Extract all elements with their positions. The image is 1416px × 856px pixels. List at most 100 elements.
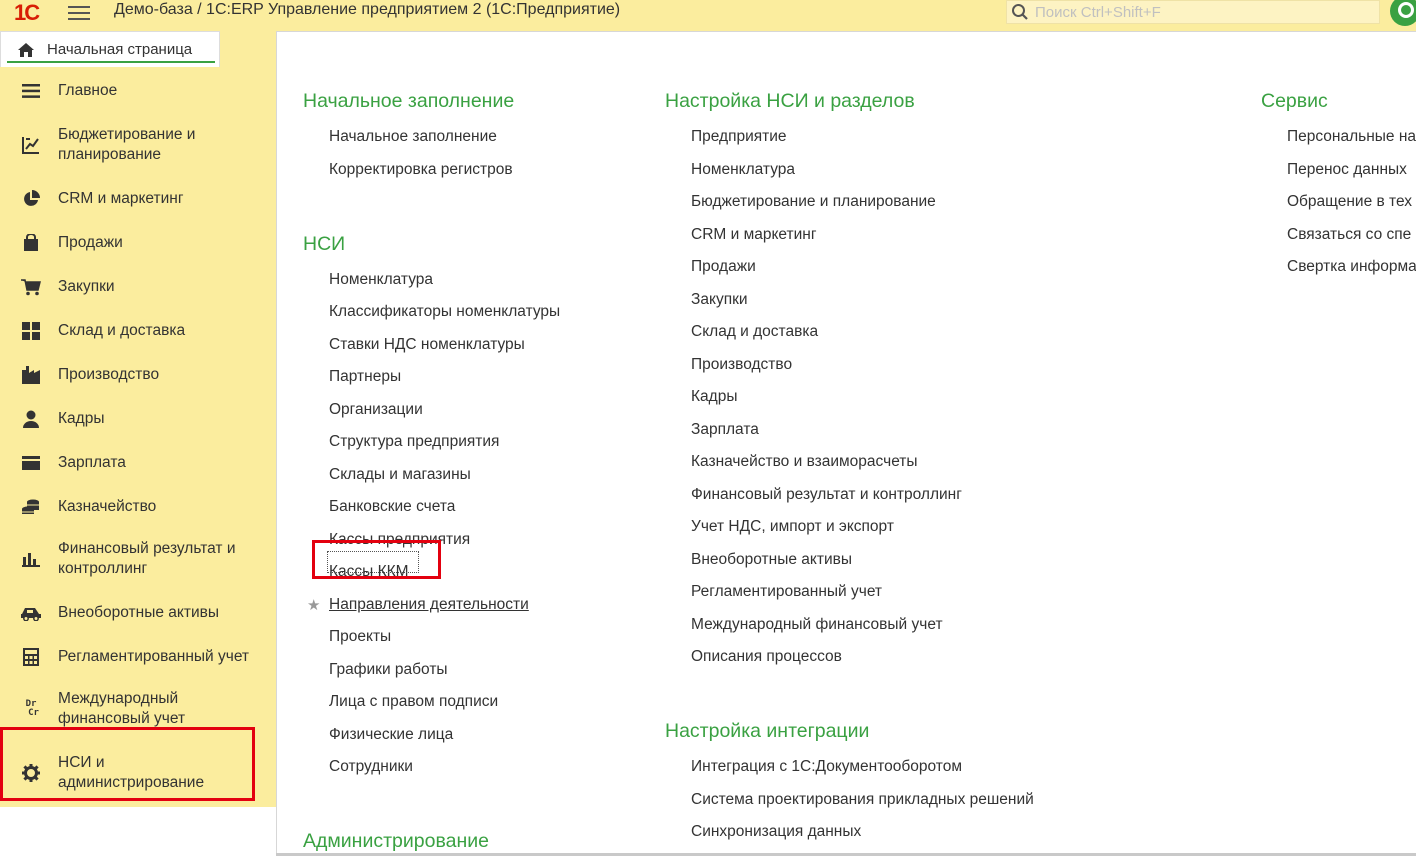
nav-link[interactable]: Учет НДС, импорт и экспорт [691, 518, 894, 536]
nav-link[interactable]: Сотрудники [329, 758, 413, 776]
nav-link[interactable]: Регламентированный учет [691, 583, 882, 601]
status-icon[interactable] [1390, 0, 1416, 26]
nav-link[interactable]: Синхронизация данных [691, 823, 861, 841]
wallet-card-icon [20, 452, 42, 474]
sidebar-item-label: Производство [58, 366, 160, 383]
sidebar-item-label: Казначейство [58, 498, 157, 515]
calculator-icon [20, 646, 42, 668]
nav-link[interactable]: Начальное заполнение [329, 128, 497, 146]
nav-link[interactable]: Бюджетирование и планирование [691, 193, 936, 211]
nav-link[interactable]: Производство [691, 356, 792, 374]
list-icon [20, 80, 42, 102]
nav-link[interactable]: Ставки НДС номенклатуры [329, 336, 525, 354]
nav-link[interactable]: Связаться со спе [1287, 226, 1411, 244]
nav-link[interactable]: Направления деятельности [329, 596, 529, 614]
sidebar-item-treasury[interactable]: Казначейство [0, 495, 276, 519]
warehouse-grid-icon [20, 320, 42, 342]
sidebar-item-warehouse[interactable]: Склад и доставка [0, 319, 276, 343]
nav-link[interactable]: Внеоборотные активы [691, 551, 852, 569]
tab-home[interactable]: Начальная страница [0, 31, 220, 67]
section-title: Администрирование [303, 830, 489, 852]
car-icon [20, 602, 42, 624]
nav-link[interactable]: Лица с правом подписи [329, 693, 498, 711]
window-title: Демо-база / 1С:ERP Управление предприяти… [114, 1, 621, 18]
sidebar-item-label: Кадры [58, 410, 105, 427]
nav-link[interactable]: CRM и маркетинг [691, 226, 817, 244]
search-icon [1012, 4, 1028, 20]
sidebar-item-label: Склад и доставка [58, 322, 186, 339]
sidebar-item-label: Зарплата [58, 454, 126, 471]
nav-link[interactable]: Международный финансовый учет [691, 616, 943, 634]
nav-link[interactable]: Физические лица [329, 726, 453, 744]
nav-link[interactable]: Номенклатура [691, 161, 795, 179]
search-box[interactable] [1006, 0, 1380, 24]
highlight-box-sidebar [0, 727, 255, 801]
active-tab-indicator [7, 61, 215, 63]
nav-link[interactable]: Перенос данных [1287, 161, 1407, 179]
focus-outline [327, 551, 419, 573]
sidebar-item-finance[interactable]: Финансовый результат и контроллинг [0, 539, 276, 579]
sections-sidebar: Главное Бюджетирование и планирование CRM… [0, 67, 276, 856]
sidebar-item-ifrs[interactable]: Dr Cr Международный финансовый учет [0, 689, 276, 729]
sidebar-item-purchases[interactable]: Закупки [0, 275, 276, 299]
sidebar-item-budgeting[interactable]: Бюджетирование и планирование [0, 125, 276, 165]
nav-link[interactable]: Предприятие [691, 128, 787, 146]
nav-link[interactable]: Партнеры [329, 368, 401, 386]
nav-link[interactable]: Продажи [691, 258, 756, 276]
nav-link[interactable]: Номенклатура [329, 271, 433, 289]
section-title: Сервис [1261, 90, 1328, 112]
nav-link[interactable]: Система проектирования прикладных решени… [691, 791, 1034, 809]
active-section-bg [0, 807, 276, 856]
nav-link[interactable]: Банковские счета [329, 498, 455, 516]
section-content-panel: Начальное заполнение Начальное заполнение… [276, 31, 1416, 856]
sidebar-item-label: Бюджетирование и планирование [58, 126, 196, 163]
section-title: НСИ [303, 232, 346, 255]
sidebar-item-label: Главное [58, 82, 118, 99]
sidebar-item-hr[interactable]: Кадры [0, 407, 276, 431]
factory-icon [20, 364, 42, 386]
cart-icon [20, 276, 42, 298]
home-icon [18, 42, 34, 57]
sidebar-item-label: Внеоборотные активы [58, 604, 219, 621]
sidebar-item-label: Закупки [58, 278, 115, 295]
nav-link[interactable]: Проекты [329, 628, 391, 646]
sidebar-item-fixed-assets[interactable]: Внеоборотные активы [0, 601, 276, 625]
title-bar: 1С Демо-база / 1С:ERP Управление предпри… [0, 0, 1416, 30]
nav-link[interactable]: Корректировка регистров [329, 161, 513, 179]
section-title: Настройка интеграции [665, 720, 870, 742]
nav-link[interactable]: Свертка информа [1287, 258, 1416, 276]
section-title: Начальное заполнение [303, 90, 515, 112]
bar-chart-icon [20, 548, 42, 570]
nav-link[interactable]: Склады и магазины [329, 466, 471, 484]
nav-link[interactable]: Организации [329, 401, 423, 419]
dr-cr-icon: Dr Cr [25, 699, 39, 718]
budget-chart-icon [20, 134, 42, 156]
favorite-star-icon[interactable]: ★ [307, 596, 320, 614]
nav-link[interactable]: Закупки [691, 291, 748, 309]
sidebar-item-production[interactable]: Производство [0, 363, 276, 387]
nav-link[interactable]: Графики работы [329, 661, 448, 679]
tab-home-label: Начальная страница [47, 41, 193, 58]
sidebar-item-crm[interactable]: CRM и маркетинг [0, 187, 276, 211]
app-logo[interactable]: 1С [14, 0, 40, 26]
nav-link[interactable]: Персональные на [1287, 128, 1416, 146]
sidebar-item-salary[interactable]: Зарплата [0, 451, 276, 475]
sidebar-item-label: Регламентированный учет [58, 648, 250, 665]
sidebar-item-label: CRM и маркетинг [58, 190, 184, 207]
section-title: Настройка НСИ и разделов [665, 90, 915, 112]
main-menu-icon[interactable] [68, 2, 90, 20]
nav-link[interactable]: Структура предприятия [329, 433, 499, 451]
nav-link[interactable]: Обращение в тех [1287, 193, 1412, 211]
nav-link[interactable]: Склад и доставка [691, 323, 818, 341]
sidebar-item-main[interactable]: Главное [0, 79, 276, 103]
search-input[interactable] [1029, 3, 1349, 21]
nav-link[interactable]: Кадры [691, 388, 737, 406]
sidebar-item-sales[interactable]: Продажи [0, 231, 276, 255]
nav-link[interactable]: Зарплата [691, 421, 759, 439]
nav-link[interactable]: Классификаторы номенклатуры [329, 303, 560, 321]
nav-link[interactable]: Описания процессов [691, 648, 842, 666]
nav-link[interactable]: Интеграция с 1С:Документооборотом [691, 758, 962, 776]
nav-link[interactable]: Казначейство и взаиморасчеты [691, 453, 918, 471]
sidebar-item-regulated-accounting[interactable]: Регламентированный учет [0, 645, 276, 669]
nav-link[interactable]: Финансовый результат и контроллинг [691, 486, 962, 504]
